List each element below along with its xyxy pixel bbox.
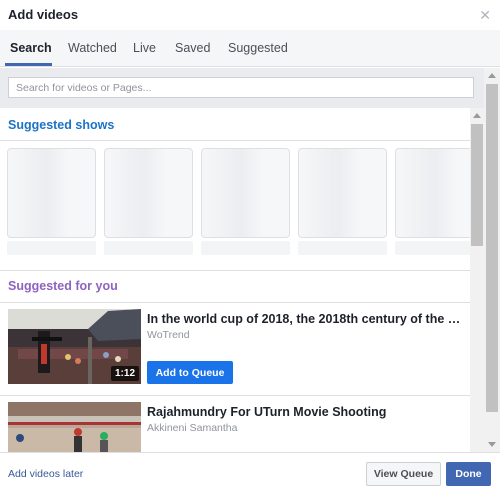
show-caption-placeholder xyxy=(298,241,387,255)
show-caption-placeholder xyxy=(395,241,470,255)
show-card-placeholder[interactable] xyxy=(104,148,193,238)
active-tab-indicator xyxy=(5,63,52,66)
tab-bar: Search Watched Live Saved Suggested xyxy=(0,30,500,67)
search-input[interactable] xyxy=(8,77,474,98)
video-title[interactable]: Rajahmundry For UTurn Movie Shooting xyxy=(147,405,463,419)
divider xyxy=(0,395,470,396)
video-thumbnail-image xyxy=(8,402,141,452)
tab-watched[interactable]: Watched xyxy=(68,41,117,55)
add-videos-later-link[interactable]: Add videos later xyxy=(8,468,83,480)
suggested-for-you-heading: Suggested for you xyxy=(8,279,118,293)
tab-saved[interactable]: Saved xyxy=(175,41,210,55)
view-queue-button[interactable]: View Queue xyxy=(366,462,441,486)
dialog-scrollbar[interactable] xyxy=(484,68,500,452)
video-list-item[interactable]: Rajahmundry For UTurn Movie Shooting Akk… xyxy=(0,402,470,452)
scroll-up-icon[interactable] xyxy=(473,113,481,118)
scroll-up-icon[interactable] xyxy=(488,73,496,78)
results-scrollbar-thumb[interactable] xyxy=(471,124,483,246)
video-title[interactable]: In the world cup of 2018, the 2018th cen… xyxy=(147,312,463,326)
scroll-down-icon[interactable] xyxy=(488,442,496,447)
video-duration: 1:12 xyxy=(110,366,139,381)
divider xyxy=(0,270,470,271)
tab-suggested[interactable]: Suggested xyxy=(228,41,288,55)
search-bar xyxy=(0,68,484,108)
show-caption-placeholder xyxy=(201,241,290,255)
video-thumbnail[interactable]: 1:12 xyxy=(8,309,141,384)
results-scrollbar[interactable] xyxy=(470,108,484,452)
results-scroll-area[interactable]: Suggested shows Suggested for you 1:12 I… xyxy=(0,108,470,452)
suggested-shows-heading: Suggested shows xyxy=(8,118,115,132)
dialog-footer: Add videos later View Queue Done xyxy=(0,452,500,494)
tab-live[interactable]: Live xyxy=(133,41,156,55)
show-card-placeholder[interactable] xyxy=(201,148,290,238)
video-thumbnail[interactable] xyxy=(8,402,141,452)
show-caption-placeholder xyxy=(104,241,193,255)
divider xyxy=(0,140,470,141)
show-card-placeholder[interactable] xyxy=(298,148,387,238)
tab-search[interactable]: Search xyxy=(10,41,52,55)
dialog-title: Add videos xyxy=(8,7,79,22)
dialog-scrollbar-thumb[interactable] xyxy=(486,84,498,412)
video-list-item[interactable]: 1:12 In the world cup of 2018, the 2018t… xyxy=(0,309,470,395)
show-card-placeholder[interactable] xyxy=(395,148,470,238)
show-caption-placeholder xyxy=(7,241,96,255)
video-source[interactable]: Akkineni Samantha xyxy=(147,422,237,434)
divider xyxy=(0,302,470,303)
video-source[interactable]: WoTrend xyxy=(147,329,190,341)
close-icon[interactable]: ✕ xyxy=(479,8,491,22)
show-card-placeholder[interactable] xyxy=(7,148,96,238)
dialog-header: Add videos ✕ xyxy=(0,0,500,30)
add-to-queue-button[interactable]: Add to Queue xyxy=(147,361,233,384)
done-button[interactable]: Done xyxy=(446,462,491,486)
